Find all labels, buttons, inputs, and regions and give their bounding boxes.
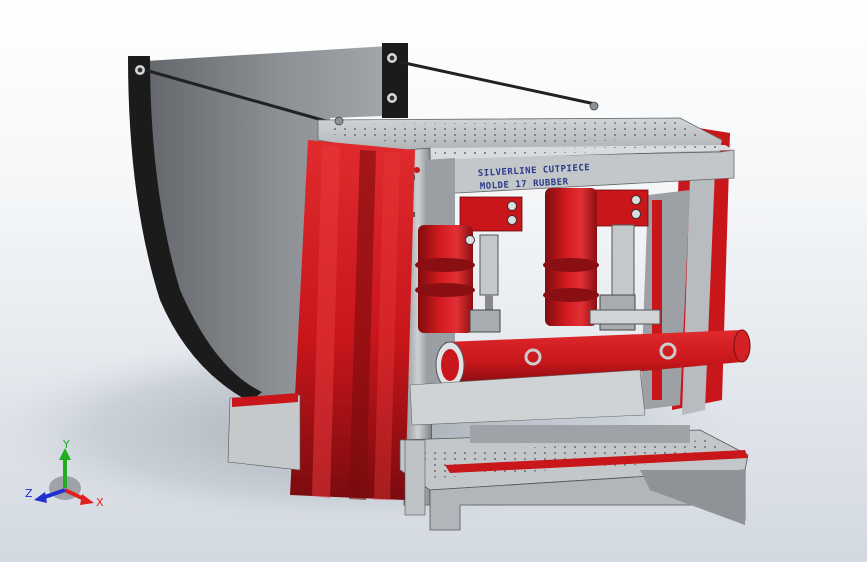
assembly-model[interactable]: SILVERLINE CUTPIECE MOLDE 17 RUBBER (0, 0, 867, 562)
z-axis-label: Z (25, 487, 33, 500)
y-axis-label: Y (62, 440, 70, 451)
coordinate-triad: Y X Z (25, 440, 104, 509)
red-side-column (290, 140, 415, 500)
cylinder-right (543, 188, 661, 331)
z-axis-head (34, 492, 47, 503)
x-axis-label: X (96, 496, 104, 509)
cad-viewport[interactable]: SILVERLINE CUTPIECE MOLDE 17 RUBBER Y X … (0, 0, 867, 562)
x-axis-head (80, 494, 94, 505)
